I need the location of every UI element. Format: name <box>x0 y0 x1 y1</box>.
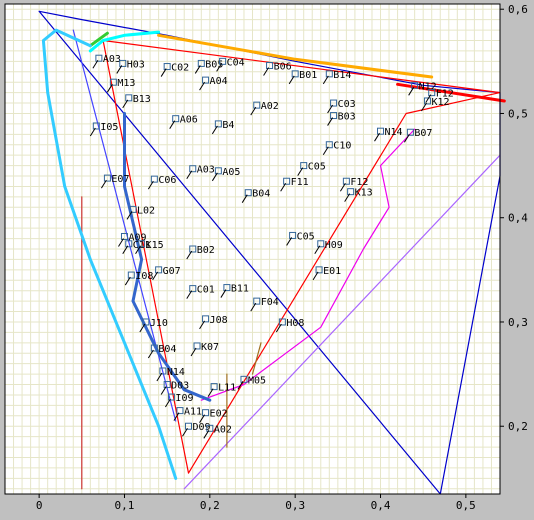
point-label: A11 <box>184 407 202 418</box>
point-label: A03 <box>103 54 121 65</box>
y-tick-label: 0,2 <box>508 420 528 433</box>
point-label: C01 <box>197 285 215 296</box>
point-label: K13 <box>355 188 373 199</box>
point-label: N12 <box>419 81 437 92</box>
point-label: K15 <box>146 240 164 251</box>
point-label: I05 <box>100 122 118 133</box>
point-label: B03 <box>338 112 356 123</box>
x-tick-label: 0,2 <box>200 499 220 512</box>
point-label: A05 <box>222 167 240 178</box>
point-label: L02 <box>137 205 155 216</box>
point-label: C02 <box>171 63 189 74</box>
point-label: B04 <box>252 189 270 200</box>
point-label: B06 <box>274 62 292 73</box>
point-label: F12 <box>436 89 454 100</box>
point-label: A06 <box>180 115 198 126</box>
point-label: I08 <box>135 271 153 282</box>
point-label: C05 <box>297 231 315 242</box>
point-label: A04 <box>210 76 228 87</box>
point-label: E02 <box>210 409 228 420</box>
y-tick-label: 0,6 <box>508 3 528 16</box>
point-label: H08 <box>286 318 304 329</box>
point-label: E01 <box>323 266 341 277</box>
x-tick-label: 0,3 <box>285 499 305 512</box>
y-tick-label: 0,3 <box>508 316 528 329</box>
point-label: B07 <box>414 128 432 139</box>
point-label: D03 <box>171 381 189 392</box>
chart-svg: A03 H03M13B13I05E07 C06L02A09C11K15G07I08C… <box>4 3 528 512</box>
y-tick-label: 0,4 <box>508 212 528 225</box>
point-label: J08 <box>210 315 228 326</box>
point-label: A03 <box>197 165 215 176</box>
point-label: H09 <box>325 240 343 251</box>
point-label: C10 <box>333 141 351 152</box>
point-label: B02 <box>197 245 215 256</box>
point-label: L11 <box>218 383 236 394</box>
y-axis: 0,2 0,3 0,4 0,5 0,6 <box>500 3 528 433</box>
point-label: B11 <box>231 284 249 295</box>
point-label: F04 <box>261 297 279 308</box>
point-label: C05 <box>308 162 326 173</box>
y-tick-label: 0,5 <box>508 107 528 120</box>
point-label: G07 <box>163 266 181 277</box>
point-label: A02 <box>261 101 279 112</box>
point-label: M05 <box>248 375 266 386</box>
point-label: F12 <box>350 177 368 188</box>
point-label: N14 <box>167 367 185 378</box>
point-label: I09 <box>175 393 193 404</box>
point-label: C04 <box>227 57 245 68</box>
point-label: C06 <box>158 175 176 186</box>
point-label: N14 <box>385 127 403 138</box>
point-label: E07 <box>111 174 129 185</box>
point-label: A02 <box>214 424 232 435</box>
point-label: J10 <box>150 318 168 329</box>
x-tick-label: 0,4 <box>371 499 391 512</box>
point-label: K07 <box>201 342 219 353</box>
point-label: F11 <box>291 177 309 188</box>
chart: A03 H03 M13 B13 I05 E07 C06 L02 A09 C11 K15 G07 I08 C… <box>0 0 534 516</box>
point-label: M13 <box>117 78 135 89</box>
point-label: B04 <box>158 344 176 355</box>
point-label: B4 <box>222 120 234 131</box>
x-tick-label: 0,5 <box>456 499 476 512</box>
point-label: B13 <box>133 94 151 105</box>
point-label: B14 <box>333 70 351 81</box>
x-tick-label: 0 <box>36 499 43 512</box>
point-label: C03 <box>338 99 356 110</box>
point-label: H03 <box>127 59 145 70</box>
x-axis: 0 0,1 0,2 0,3 0,4 0,5 <box>36 494 476 512</box>
x-tick-label: 0,1 <box>115 499 135 512</box>
point-label: B01 <box>299 70 317 81</box>
